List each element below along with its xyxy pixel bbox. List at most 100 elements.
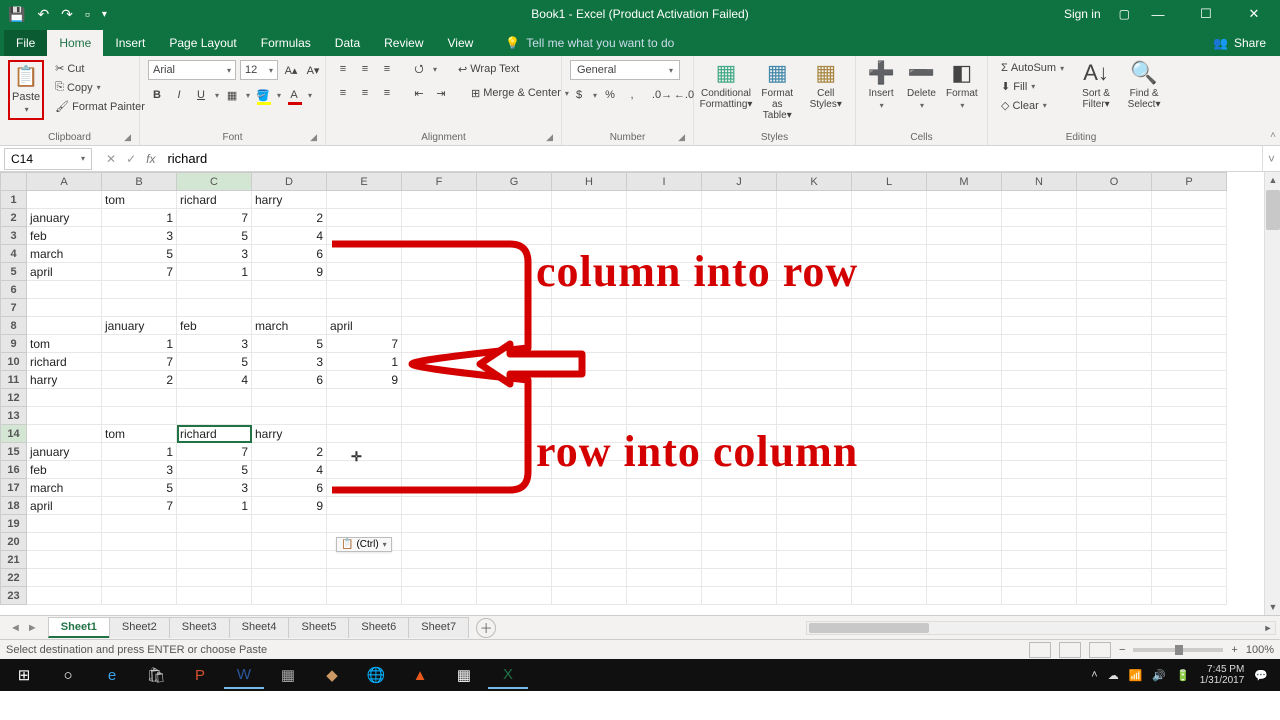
cell-D1[interactable]: harry bbox=[252, 191, 327, 209]
cell-C13[interactable] bbox=[177, 407, 252, 425]
cell-D21[interactable] bbox=[252, 551, 327, 569]
cell-N23[interactable] bbox=[1002, 587, 1077, 605]
scroll-thumb[interactable] bbox=[1266, 190, 1280, 230]
shrink-font-button[interactable]: A▾ bbox=[304, 61, 322, 79]
cell-D16[interactable]: 4 bbox=[252, 461, 327, 479]
cell-B7[interactable] bbox=[102, 299, 177, 317]
cell-O17[interactable] bbox=[1077, 479, 1152, 497]
cell-M6[interactable] bbox=[927, 281, 1002, 299]
cell-F17[interactable] bbox=[402, 479, 477, 497]
cell-B18[interactable]: 7 bbox=[102, 497, 177, 515]
cell-A22[interactable] bbox=[27, 569, 102, 587]
cell-J1[interactable] bbox=[702, 191, 777, 209]
column-header-D[interactable]: D bbox=[252, 173, 327, 191]
cell-P8[interactable] bbox=[1152, 317, 1227, 335]
cell-D12[interactable] bbox=[252, 389, 327, 407]
cell-C4[interactable]: 3 bbox=[177, 245, 252, 263]
cell-G12[interactable] bbox=[477, 389, 552, 407]
cell-N11[interactable] bbox=[1002, 371, 1077, 389]
cell-O4[interactable] bbox=[1077, 245, 1152, 263]
cell-O22[interactable] bbox=[1077, 569, 1152, 587]
cell-L22[interactable] bbox=[852, 569, 927, 587]
taskbar-clock[interactable]: 7:45 PM 1/31/2017 bbox=[1200, 664, 1245, 686]
cell-C8[interactable]: feb bbox=[177, 317, 252, 335]
cell-P19[interactable] bbox=[1152, 515, 1227, 533]
cell-L10[interactable] bbox=[852, 353, 927, 371]
cell-B21[interactable] bbox=[102, 551, 177, 569]
row-header-23[interactable]: 23 bbox=[1, 587, 27, 605]
cell-I7[interactable] bbox=[627, 299, 702, 317]
cell-N14[interactable] bbox=[1002, 425, 1077, 443]
spreadsheet-grid[interactable]: ABCDEFGHIJKLMNOP1tomrichardharry2january… bbox=[0, 172, 1280, 615]
cell-O20[interactable] bbox=[1077, 533, 1152, 551]
cell-P15[interactable] bbox=[1152, 443, 1227, 461]
cell-M1[interactable] bbox=[927, 191, 1002, 209]
cell-A11[interactable]: harry bbox=[27, 371, 102, 389]
zoom-in-button[interactable]: + bbox=[1231, 644, 1237, 656]
cell-L21[interactable] bbox=[852, 551, 927, 569]
align-top-button[interactable]: ≡ bbox=[334, 60, 352, 78]
row-header-4[interactable]: 4 bbox=[1, 245, 27, 263]
cell-I17[interactable] bbox=[627, 479, 702, 497]
cell-N16[interactable] bbox=[1002, 461, 1077, 479]
cell-B4[interactable]: 5 bbox=[102, 245, 177, 263]
sort-filter-button[interactable]: A↓Sort &Filter▾ bbox=[1075, 60, 1117, 122]
sheet-nav-prev-icon[interactable]: ◄ bbox=[10, 622, 21, 634]
cell-B6[interactable] bbox=[102, 281, 177, 299]
cell-C21[interactable] bbox=[177, 551, 252, 569]
tell-me-search[interactable]: 💡 Tell me what you want to do bbox=[495, 30, 684, 56]
merge-center-button[interactable]: ⊞Merge & Center▾ bbox=[466, 85, 574, 102]
tab-page-layout[interactable]: Page Layout bbox=[157, 30, 248, 56]
word-icon[interactable]: W bbox=[224, 661, 264, 689]
maximize-button[interactable]: ☐ bbox=[1186, 0, 1226, 28]
cell-P10[interactable] bbox=[1152, 353, 1227, 371]
cell-G9[interactable] bbox=[477, 335, 552, 353]
cell-E23[interactable] bbox=[327, 587, 402, 605]
cell-F7[interactable] bbox=[402, 299, 477, 317]
cell-H21[interactable] bbox=[552, 551, 627, 569]
cell-K11[interactable] bbox=[777, 371, 852, 389]
cell-A21[interactable] bbox=[27, 551, 102, 569]
cell-P3[interactable] bbox=[1152, 227, 1227, 245]
store-icon[interactable]: 🛍 bbox=[136, 661, 176, 689]
cell-D19[interactable] bbox=[252, 515, 327, 533]
cell-C10[interactable]: 5 bbox=[177, 353, 252, 371]
cell-E17[interactable] bbox=[327, 479, 402, 497]
fx-icon[interactable]: fx bbox=[146, 152, 161, 166]
cell-F15[interactable] bbox=[402, 443, 477, 461]
cell-L1[interactable] bbox=[852, 191, 927, 209]
cell-L2[interactable] bbox=[852, 209, 927, 227]
copy-button[interactable]: ⎘Copy▾ bbox=[50, 79, 150, 96]
column-header-M[interactable]: M bbox=[927, 173, 1002, 191]
cell-M9[interactable] bbox=[927, 335, 1002, 353]
cell-K2[interactable] bbox=[777, 209, 852, 227]
borders-button[interactable]: ▦ bbox=[223, 86, 241, 104]
scroll-up-icon[interactable]: ▲ bbox=[1265, 172, 1280, 188]
cell-L3[interactable] bbox=[852, 227, 927, 245]
cell-K19[interactable] bbox=[777, 515, 852, 533]
cell-F13[interactable] bbox=[402, 407, 477, 425]
cell-E13[interactable] bbox=[327, 407, 402, 425]
cell-M22[interactable] bbox=[927, 569, 1002, 587]
sheet-tab-sheet6[interactable]: Sheet6 bbox=[348, 617, 409, 638]
app-icon-2[interactable]: ◆ bbox=[312, 661, 352, 689]
cell-M3[interactable] bbox=[927, 227, 1002, 245]
cell-I22[interactable] bbox=[627, 569, 702, 587]
cell-B11[interactable]: 2 bbox=[102, 371, 177, 389]
cell-A20[interactable] bbox=[27, 533, 102, 551]
cell-A1[interactable] bbox=[27, 191, 102, 209]
cell-B22[interactable] bbox=[102, 569, 177, 587]
new-icon[interactable]: ▫ bbox=[85, 6, 90, 22]
cell-J12[interactable] bbox=[702, 389, 777, 407]
undo-icon[interactable]: ↶ bbox=[37, 6, 49, 23]
cell-J9[interactable] bbox=[702, 335, 777, 353]
cell-P2[interactable] bbox=[1152, 209, 1227, 227]
row-header-7[interactable]: 7 bbox=[1, 299, 27, 317]
sheet-tab-sheet4[interactable]: Sheet4 bbox=[229, 617, 290, 638]
format-cells-button[interactable]: ◧Format▾ bbox=[945, 60, 979, 122]
cell-H9[interactable] bbox=[552, 335, 627, 353]
cell-M14[interactable] bbox=[927, 425, 1002, 443]
font-color-button[interactable]: A bbox=[285, 86, 303, 104]
cell-G13[interactable] bbox=[477, 407, 552, 425]
chrome-icon[interactable]: 🌐 bbox=[356, 661, 396, 689]
